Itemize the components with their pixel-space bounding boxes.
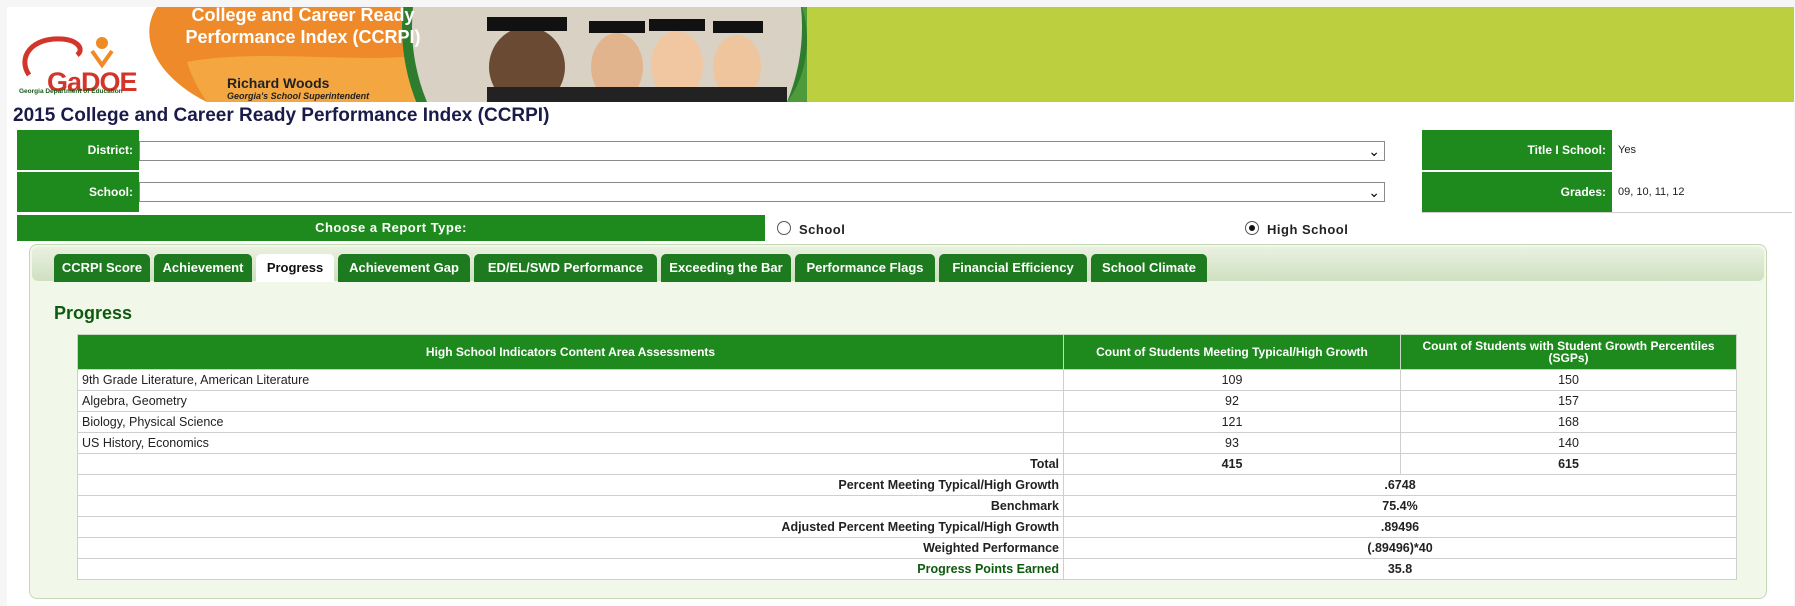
table-row: 9th Grade Literature, American Literatur…	[77, 369, 1737, 391]
radio-school[interactable]: School	[777, 221, 845, 237]
cell-value: 140	[1400, 432, 1737, 454]
total-label: Total	[77, 453, 1064, 475]
chevron-down-icon: ⌄	[1368, 184, 1380, 200]
grades-value: 09, 10, 11, 12	[1618, 186, 1685, 198]
row-label: 9th Grade Literature, American Literatur…	[77, 369, 1064, 391]
logo-subtitle: Georgia Department of Education	[19, 88, 123, 95]
table-header-row: High School Indicators Content Area Asse…	[77, 334, 1737, 370]
cell-value: 150	[1400, 369, 1737, 391]
cell-value: 93	[1063, 432, 1401, 454]
cell-value: 121	[1063, 411, 1401, 433]
column-header: High School Indicators Content Area Asse…	[77, 334, 1064, 370]
tab-achievement[interactable]: Achievement	[154, 254, 252, 282]
summary-value: 75.4%	[1063, 495, 1737, 517]
tab-financial-efficiency[interactable]: Financial Efficiency	[939, 254, 1087, 282]
summary-label: Benchmark	[77, 495, 1064, 517]
grades-label: Grades:	[1422, 172, 1612, 212]
column-header: Count of Students with Student Growth Pe…	[1400, 334, 1737, 370]
tab-performance-flags[interactable]: Performance Flags	[795, 254, 935, 282]
cell-value: 109	[1063, 369, 1401, 391]
district-label: District:	[17, 130, 139, 170]
table-row: Algebra, Geometry 92 157	[77, 390, 1737, 412]
radio-school-label: School	[799, 222, 846, 237]
summary-value: (.89496)*40	[1063, 537, 1737, 559]
summary-value: .89496	[1063, 516, 1737, 538]
page-frame: GaDOE Georgia Department of Education Co…	[7, 7, 1794, 606]
banner-title-line1: College and Career Ready	[191, 7, 415, 25]
summary-label: Percent Meeting Typical/High Growth	[77, 474, 1064, 496]
cell-value: 168	[1400, 411, 1737, 433]
summary-label: Weighted Performance	[77, 537, 1064, 559]
summary-label: Adjusted Percent Meeting Typical/High Gr…	[77, 516, 1064, 538]
header-banner: GaDOE Georgia Department of Education Co…	[7, 7, 1794, 102]
report-type-label: Choose a Report Type:	[17, 215, 765, 241]
school-label: School:	[17, 172, 139, 212]
tab-achievement-gap[interactable]: Achievement Gap	[338, 254, 470, 282]
progress-table: High School Indicators Content Area Asse…	[77, 334, 1737, 580]
summary-row: Progress Points Earned 35.8	[77, 558, 1737, 580]
tab-ed-el-swd-performance[interactable]: ED/EL/SWD Performance	[474, 254, 657, 282]
summary-value: 35.8	[1063, 558, 1737, 580]
school-select[interactable]: ⌄	[139, 182, 1385, 202]
summary-row: Weighted Performance (.89496)*40	[77, 537, 1737, 559]
row-label: US History, Economics	[77, 432, 1064, 454]
table-row: Biology, Physical Science 121 168	[77, 411, 1737, 433]
banner-title-line2: Performance Index (CCRPI)	[185, 27, 421, 47]
divider	[1422, 212, 1792, 213]
tab-school-climate[interactable]: School Climate	[1091, 254, 1207, 282]
tab-ccrpi-score[interactable]: CCRPI Score	[54, 254, 150, 282]
banner-title: College and Career Ready Performance Ind…	[183, 7, 423, 48]
radio-high-school-label: High School	[1267, 222, 1349, 237]
title1-label: Title I School:	[1422, 130, 1612, 170]
radio-high-school[interactable]: High School	[1245, 221, 1348, 237]
tab-exceeding-the-bar[interactable]: Exceeding the Bar	[661, 254, 791, 282]
tab-strip: CCRPI Score Achievement Progress Achieve…	[32, 247, 1764, 282]
total-value: 615	[1400, 453, 1737, 475]
superintendent-title: Georgia's School Superintendent	[227, 91, 370, 101]
title1-value: Yes	[1618, 144, 1636, 156]
summary-row: Percent Meeting Typical/High Growth .674…	[77, 474, 1737, 496]
total-value: 415	[1063, 453, 1401, 475]
table-row: US History, Economics 93 140	[77, 432, 1737, 454]
total-row: Total 415 615	[77, 453, 1737, 475]
column-header: Count of Students Meeting Typical/High G…	[1063, 334, 1401, 370]
row-label: Algebra, Geometry	[77, 390, 1064, 412]
section-title: Progress	[54, 303, 133, 323]
chevron-down-icon: ⌄	[1368, 143, 1380, 159]
district-select[interactable]: ⌄	[139, 141, 1385, 161]
cell-value: 157	[1400, 390, 1737, 412]
row-label: Biology, Physical Science	[77, 411, 1064, 433]
superintendent-name: Richard Woods	[227, 75, 330, 91]
page-title: 2015 College and Career Ready Performanc…	[13, 105, 550, 126]
summary-row: Adjusted Percent Meeting Typical/High Gr…	[77, 516, 1737, 538]
summary-value: .6748	[1063, 474, 1737, 496]
summary-row: Benchmark 75.4%	[77, 495, 1737, 517]
radio-button-icon	[777, 221, 791, 235]
summary-label: Progress Points Earned	[77, 558, 1064, 580]
radio-button-selected-icon	[1245, 221, 1259, 235]
tab-progress[interactable]: Progress	[256, 254, 334, 282]
cell-value: 92	[1063, 390, 1401, 412]
